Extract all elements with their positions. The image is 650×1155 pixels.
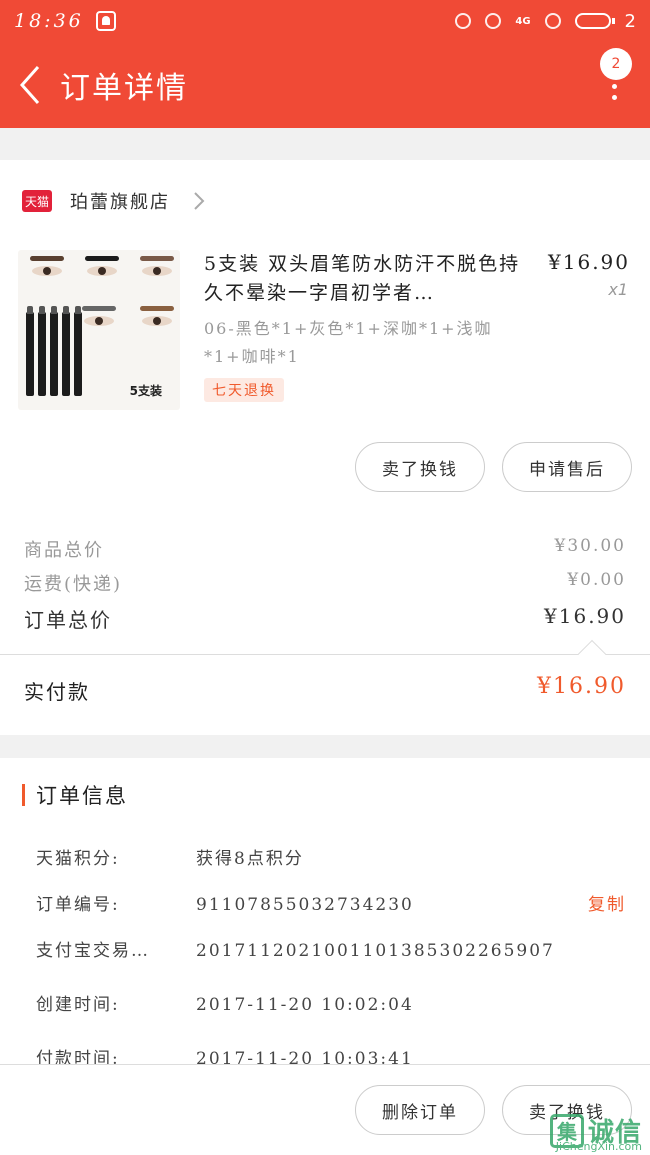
- chevron-right-icon: [194, 192, 205, 210]
- more-vertical-icon: [612, 84, 617, 106]
- page-title: 订单详情: [60, 71, 188, 106]
- info-row-order-number: 订单编号: 91107855032734230 复制: [36, 890, 626, 915]
- fee-value: ¥30.00: [554, 536, 626, 556]
- watermark-logo: 集 诚信 JiChengXin.com: [549, 1112, 642, 1153]
- product-title[interactable]: 5支装 双头眉笔防水防汗不脱色持久不晕染一字眉初学者…: [204, 250, 524, 308]
- store-header[interactable]: 天猫 珀蕾旗舰店: [22, 188, 206, 214]
- fee-row-order-total: 订单总价 ¥16.90: [24, 604, 626, 633]
- status-time: 18:36: [14, 10, 84, 32]
- after-sale-button[interactable]: 申请售后: [502, 442, 632, 492]
- back-button[interactable]: [0, 42, 60, 128]
- notification-badge: 2: [600, 48, 632, 80]
- fee-value: ¥0.00: [567, 570, 626, 590]
- info-row-created: 创建时间: 2017-11-20 10:02:04: [36, 990, 626, 1015]
- delete-order-button[interactable]: 删除订单: [355, 1085, 485, 1135]
- paid-label: 实付款: [24, 680, 90, 704]
- product-price: ¥16.90: [548, 250, 630, 274]
- tmall-logo-icon: 天猫: [22, 190, 52, 212]
- fee-label: 商品总价: [24, 540, 104, 561]
- battery-icon: [574, 13, 615, 29]
- paid-amount: ¥16.90: [537, 674, 626, 699]
- chevron-left-icon: [19, 66, 40, 104]
- bottom-action-bar: 删除订单 卖了换钱 集 诚信 JiChengXin.com: [0, 1064, 650, 1155]
- info-value: 91107855032734230: [196, 895, 414, 915]
- status-icons: 4G 2: [455, 11, 636, 32]
- divider-notch: [577, 639, 607, 669]
- divider: [0, 654, 650, 655]
- battery-level: 2: [624, 10, 636, 32]
- info-value: 获得8点积分: [196, 849, 304, 869]
- product-image-caption: 5支装: [129, 384, 162, 398]
- fee-value: ¥16.90: [544, 604, 626, 628]
- info-row-points: 天猫积分: 获得8点积分: [36, 844, 626, 869]
- signal-icon: [544, 13, 561, 29]
- fee-row-goods-total: 商品总价 ¥30.00: [24, 536, 626, 562]
- fee-label: 运费(快递): [24, 574, 123, 595]
- info-value: 2017-11-20 10:02:04: [196, 995, 414, 1015]
- header-bar: 订单详情 2: [0, 42, 650, 128]
- info-key: 支付宝交易…: [36, 941, 150, 961]
- info-key: 订单编号:: [36, 895, 120, 915]
- fee-label: 订单总价: [24, 608, 112, 632]
- notification-icon: [95, 11, 116, 31]
- info-row-alipay: 支付宝交易… 2017112021001101385302265907: [36, 936, 626, 961]
- order-info-card: 订单信息 天猫积分: 获得8点积分 订单编号: 9110785503273423…: [0, 758, 650, 1069]
- section-accent-bar: [22, 784, 25, 806]
- network-type: 4G: [515, 15, 531, 27]
- fee-row-shipping: 运费(快递) ¥0.00: [24, 570, 626, 596]
- product-image[interactable]: 5支装: [18, 250, 180, 410]
- info-key: 天猫积分:: [36, 849, 120, 869]
- product-quantity: x1: [608, 280, 628, 299]
- product-sku: 06-黑色*1+灰色*1+深咖*1+浅咖*1+咖啡*1: [204, 319, 493, 366]
- more-menu-button[interactable]: 2: [596, 48, 632, 108]
- pencil-illustration: [26, 306, 82, 396]
- order-info-title: 订单信息: [36, 784, 128, 808]
- status-bar: 18:36 4G 2: [0, 0, 650, 42]
- thermometer-icon: [485, 13, 502, 29]
- store-name: 珀蕾旗舰店: [70, 192, 170, 213]
- info-key: 创建时间:: [36, 995, 120, 1015]
- info-value: 2017112021001101385302265907: [196, 941, 555, 961]
- sell-button[interactable]: 卖了换钱: [355, 442, 485, 492]
- alarm-icon: [455, 13, 472, 29]
- watermark-site: JiChengXin.com: [555, 1140, 642, 1153]
- order-card: 天猫 珀蕾旗舰店 5支装 5支装 双头眉笔防水防汗不脱色持久不晕染一字眉初学者……: [0, 160, 650, 735]
- return-policy-tag: 七天退换: [204, 378, 284, 402]
- copy-button[interactable]: 复制: [588, 890, 626, 915]
